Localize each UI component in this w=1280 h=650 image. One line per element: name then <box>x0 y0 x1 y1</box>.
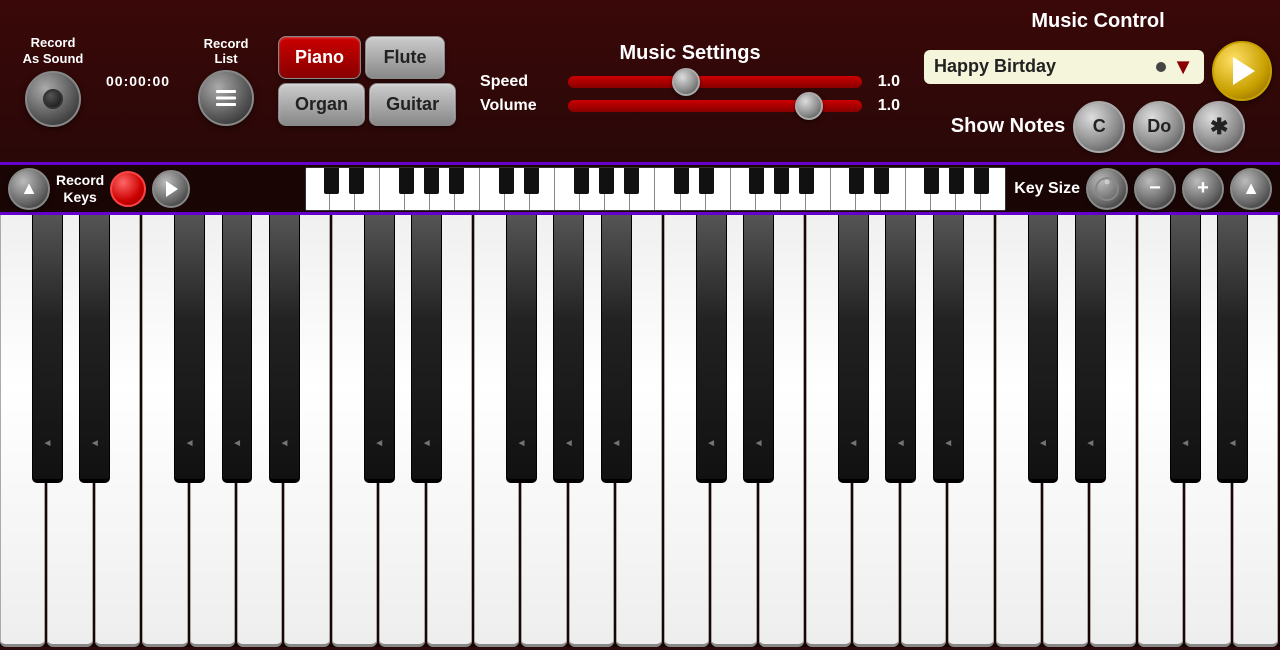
volume-label: Volume <box>480 97 560 115</box>
record-as-sound-section: Record As Sound <box>8 35 98 126</box>
volume-track[interactable] <box>568 100 862 112</box>
up-arrow-icon: ▲ <box>20 178 38 199</box>
keyboard-strip: ▲ Record Keys Key Size − + ▲ <box>0 165 1280 215</box>
organ-button[interactable]: Organ <box>278 83 365 126</box>
black-key[interactable] <box>79 215 110 483</box>
music-settings-title: Music Settings <box>619 42 760 65</box>
key-size-up-button[interactable]: ▲ <box>1230 168 1272 210</box>
speed-track[interactable] <box>568 76 862 88</box>
speed-value: 1.0 <box>870 73 900 91</box>
play-keys-icon <box>166 181 178 197</box>
black-key[interactable] <box>32 215 63 483</box>
black-key[interactable] <box>1170 215 1201 483</box>
black-key[interactable] <box>553 215 584 483</box>
instrument-row: Piano Flute <box>278 36 456 79</box>
song-name: Happy Birtday <box>934 56 1150 77</box>
music-control-section: Music Control Happy Birtday ▼ Show Notes… <box>924 10 1272 153</box>
black-key[interactable] <box>1217 215 1248 483</box>
play-song-button[interactable] <box>1212 41 1272 101</box>
record-as-sound-label: Record As Sound <box>23 35 84 66</box>
instrument-buttons: Piano Flute Organ Guitar <box>278 36 456 126</box>
black-key[interactable] <box>933 215 964 483</box>
record-list-button[interactable] <box>198 70 254 126</box>
top-bar: Record As Sound 00:00:00 Record List Pia… <box>0 0 1280 165</box>
music-control-title: Music Control <box>1031 10 1164 33</box>
show-notes-label: Show Notes <box>951 115 1065 138</box>
show-notes-row: Show Notes C Do ✱ <box>951 101 1245 153</box>
piano-button[interactable]: Piano <box>278 36 361 79</box>
key-controls-left: ▲ Record Keys <box>0 168 305 210</box>
key-size-up-icon: ▲ <box>1242 178 1260 199</box>
note-c-button[interactable]: C <box>1073 101 1125 153</box>
volume-row: Volume 1.0 <box>480 97 900 115</box>
black-key[interactable] <box>364 215 395 483</box>
black-key[interactable] <box>696 215 727 483</box>
key-size-plus-button[interactable]: + <box>1182 168 1224 210</box>
black-key[interactable] <box>269 215 300 483</box>
key-size-label: Key Size <box>1014 180 1080 198</box>
flute-button[interactable]: Flute <box>365 36 445 79</box>
record-list-label: Record List <box>204 36 249 66</box>
key-size-minus-button[interactable]: − <box>1134 168 1176 210</box>
black-key[interactable] <box>222 215 253 483</box>
record-as-sound-button[interactable] <box>25 71 81 127</box>
mini-keys-strip[interactable] <box>305 167 1006 211</box>
key-size-controls: Key Size − + ▲ <box>1006 168 1280 210</box>
chevron-down-icon[interactable]: ▼ <box>1172 54 1194 80</box>
scroll-up-button[interactable]: ▲ <box>8 168 50 210</box>
music-settings-section: Music Settings Speed 1.0 Volume 1.0 <box>466 42 914 121</box>
list-icon <box>212 84 240 112</box>
piano-area <box>0 215 1280 647</box>
knob-icon <box>1094 176 1120 202</box>
play-keys-button[interactable] <box>152 170 190 208</box>
piano-keys <box>0 215 1280 647</box>
record-keys-label: Record Keys <box>56 172 104 206</box>
volume-thumb[interactable] <box>795 92 823 120</box>
record-list-section: Record List <box>186 36 266 126</box>
note-extra-button[interactable]: ✱ <box>1193 101 1245 153</box>
black-key[interactable] <box>506 215 537 483</box>
black-key[interactable] <box>838 215 869 483</box>
instrument-row-2: Organ Guitar <box>278 83 456 126</box>
speed-thumb[interactable] <box>672 68 700 96</box>
black-key[interactable] <box>1028 215 1059 483</box>
key-size-knob[interactable] <box>1086 168 1128 210</box>
black-key[interactable] <box>601 215 632 483</box>
speed-label: Speed <box>480 73 560 91</box>
note-do-button[interactable]: Do <box>1133 101 1185 153</box>
record-keys-button[interactable] <box>110 171 146 207</box>
black-key[interactable] <box>1075 215 1106 483</box>
song-selector[interactable]: Happy Birtday ▼ <box>924 50 1204 84</box>
speed-row: Speed 1.0 <box>480 73 900 91</box>
black-key[interactable] <box>885 215 916 483</box>
play-icon <box>1233 57 1255 85</box>
record-as-sound-inner <box>43 89 63 109</box>
volume-value: 1.0 <box>870 97 900 115</box>
song-dot <box>1156 62 1166 72</box>
guitar-button[interactable]: Guitar <box>369 83 456 126</box>
timer-display: 00:00:00 <box>106 73 170 89</box>
black-key[interactable] <box>174 215 205 483</box>
black-key[interactable] <box>411 215 442 483</box>
black-key[interactable] <box>743 215 774 483</box>
